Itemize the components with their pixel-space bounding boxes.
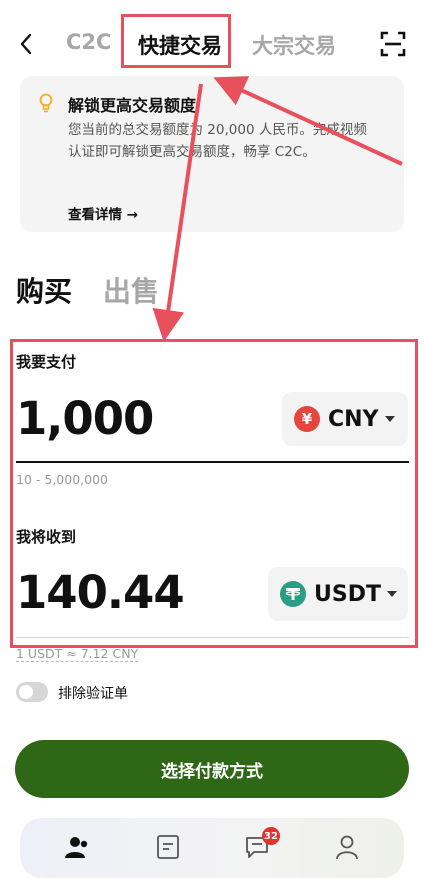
annotation-box-tab (121, 14, 231, 68)
back-button[interactable] (14, 30, 38, 58)
notice-body: 您当前的总交易额度为 20,000 人民币。完成视频认证即可解锁更高交易额度，畅… (68, 122, 367, 160)
scan-icon (380, 31, 406, 57)
message-badge: 32 (262, 827, 280, 845)
exclude-verified-label: 排除验证单 (58, 686, 128, 702)
nav-people-icon[interactable] (64, 834, 90, 860)
chevron-left-icon (20, 33, 32, 55)
toggle-knob (19, 685, 33, 699)
tab-sell[interactable]: 出售 (103, 270, 159, 310)
nav-orders-icon[interactable] (155, 834, 181, 860)
exchange-rate[interactable]: 1 USDT ≈ 7.12 CNY (16, 646, 139, 662)
tab-buy[interactable]: 购买 (16, 270, 72, 310)
select-payment-button[interactable]: 选择付款方式 (15, 740, 409, 798)
scan-button[interactable] (380, 31, 406, 57)
annotation-box-input (10, 339, 418, 648)
tab-block-trade[interactable]: 大宗交易 (252, 30, 336, 60)
notice-title: 解锁更高交易额度 (68, 96, 197, 115)
view-details-link[interactable]: 查看详情 → (68, 203, 138, 223)
lightbulb-icon (38, 93, 54, 113)
nav-profile-icon[interactable] (334, 834, 360, 860)
tab-c2c[interactable]: C2C (66, 30, 111, 54)
